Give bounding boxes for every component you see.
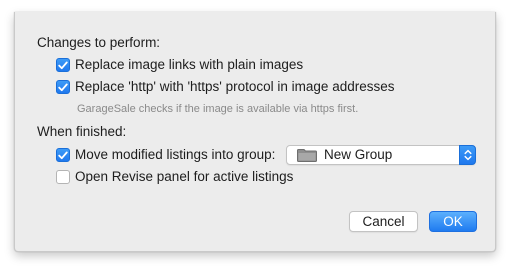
checkmark-icon [58,61,68,69]
checkmark-icon [58,151,68,159]
replace-image-links-checkbox[interactable] [56,58,70,72]
folder-icon [297,149,317,167]
ok-button[interactable]: OK [429,211,477,232]
open-revise-checkbox[interactable] [56,170,70,184]
finished-section-label: When finished: [37,124,127,139]
group-select-stepper[interactable] [459,145,476,165]
replace-http-checkbox[interactable] [56,80,70,94]
group-select-value: New Group [324,147,393,162]
move-listings-label: Move modified listings into group: [75,147,276,162]
changes-section-label: Changes to perform: [37,35,161,50]
group-select[interactable]: New Group [286,145,476,165]
https-hint-text: GarageSale checks if the image is availa… [77,103,359,115]
cancel-button[interactable]: Cancel [349,211,418,232]
open-revise-checkbox-row[interactable]: Open Revise panel for active listings [56,168,293,186]
replace-http-label: Replace 'http' with 'https' protocol in … [75,79,395,94]
chevron-updown-icon [463,149,472,161]
open-revise-label: Open Revise panel for active listings [75,169,294,184]
replace-image-links-checkbox-row[interactable]: Replace image links with plain images [56,56,303,74]
move-listings-checkbox-row[interactable]: Move modified listings into group: [56,146,275,164]
move-listings-checkbox[interactable] [56,148,70,162]
replace-http-checkbox-row[interactable]: Replace 'http' with 'https' protocol in … [56,78,394,96]
checkmark-icon [58,83,68,91]
replace-image-links-label: Replace image links with plain images [75,57,304,72]
options-dialog: Changes to perform: Replace image links … [14,12,496,252]
